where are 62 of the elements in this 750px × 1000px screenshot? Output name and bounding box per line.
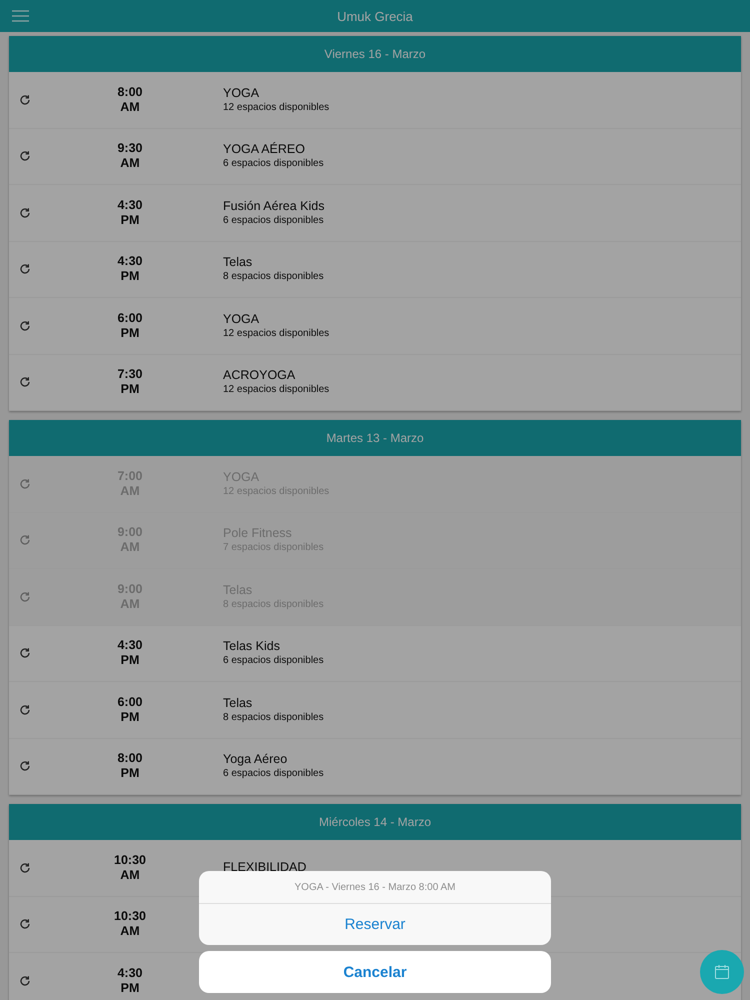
class-name: YOGA xyxy=(223,86,260,101)
class-time: 7:30 xyxy=(117,367,143,382)
reserve-button[interactable]: Reservar xyxy=(199,904,551,945)
class-time: 10:30 xyxy=(114,852,146,868)
class-name: Telas xyxy=(223,696,254,711)
time-period: AM xyxy=(120,100,140,115)
day-header: Martes 13 - Marzo xyxy=(9,420,741,456)
time-period: PM xyxy=(120,382,140,398)
time-period: AM xyxy=(120,868,140,883)
class-time: 6:00 xyxy=(117,694,143,710)
time-period: PM xyxy=(120,766,140,782)
spaces-available: 12 espacios disponibles xyxy=(223,383,330,396)
spaces-available: 6 espacios disponibles xyxy=(223,654,324,668)
time-period: PM xyxy=(120,980,140,996)
class-time: 4:30 xyxy=(117,198,143,213)
class-time: 9:30 xyxy=(117,141,143,156)
class-name: Telas Kids xyxy=(223,639,281,654)
spaces-available: 6 espacios disponibles xyxy=(223,767,324,780)
refresh-icon[interactable] xyxy=(19,206,31,219)
cancel-button[interactable]: Cancelar xyxy=(199,951,551,993)
spaces-available: 12 espacios disponibles xyxy=(223,326,330,340)
class-name: Fusión Aérea Kids xyxy=(223,198,324,214)
time-period: AM xyxy=(120,924,140,940)
class-time: 4:30 xyxy=(117,254,143,270)
class-time: 8:00 xyxy=(117,84,143,100)
calendar-icon xyxy=(714,964,730,980)
spaces-available: 6 espacios disponibles xyxy=(223,214,324,227)
class-name: YOGA AÉREO xyxy=(223,142,306,158)
spaces-available: 8 espacios disponibles xyxy=(223,710,324,724)
time-period: PM xyxy=(120,269,140,284)
time-period: AM xyxy=(120,156,140,172)
app-title: Umuk Grecia xyxy=(337,8,413,24)
refresh-icon[interactable] xyxy=(19,150,31,162)
refresh-icon[interactable] xyxy=(19,263,31,276)
class-name: Telas xyxy=(223,255,254,270)
refresh-icon[interactable] xyxy=(19,376,31,388)
refresh-icon[interactable] xyxy=(19,94,31,106)
class-time: 4:30 xyxy=(117,638,143,654)
class-name: ACROYOGA xyxy=(223,368,296,384)
time-period: PM xyxy=(120,212,140,228)
refresh-icon[interactable] xyxy=(19,918,31,930)
class-time: 6:00 xyxy=(117,310,143,326)
class-name: YOGA xyxy=(223,312,260,327)
refresh-icon[interactable] xyxy=(19,647,31,660)
time-period: PM xyxy=(120,326,140,341)
time-period: PM xyxy=(120,653,140,668)
spaces-available: 12 espacios disponibles xyxy=(223,100,330,114)
time-period: PM xyxy=(120,710,140,725)
class-time: 4:30 xyxy=(117,966,143,981)
day-header: Miércoles 14 - Marzo xyxy=(9,804,741,840)
class-time: 10:30 xyxy=(114,909,146,924)
refresh-icon[interactable] xyxy=(19,704,31,716)
day-header: Viernes 16 - Marzo xyxy=(9,36,741,72)
spaces-available: 6 espacios disponibles xyxy=(223,157,324,170)
sheet-title: YOGA - Viernes 16 - Marzo 8:00 AM xyxy=(199,871,551,904)
class-name: Yoga Aéreo xyxy=(223,752,288,768)
refresh-icon[interactable] xyxy=(19,760,31,772)
refresh-icon[interactable] xyxy=(19,320,31,332)
refresh-icon[interactable] xyxy=(19,974,31,987)
class-time: 8:00 xyxy=(117,751,143,766)
spaces-available: 8 espacios disponibles xyxy=(223,270,324,284)
refresh-icon[interactable] xyxy=(19,862,31,874)
